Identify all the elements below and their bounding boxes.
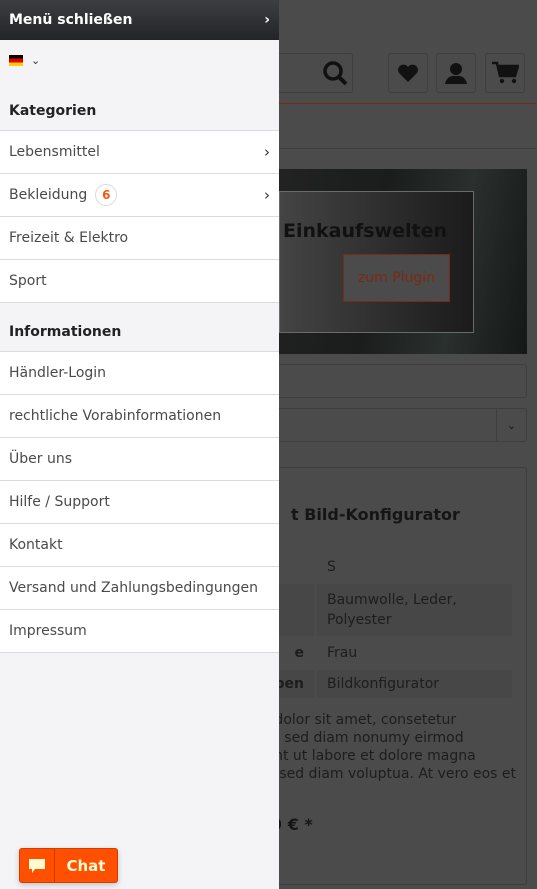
menu-item-ueber-uns[interactable]: Über uns (0, 438, 279, 481)
heart-icon (398, 64, 418, 82)
menu-item-lebensmittel[interactable]: Lebensmittel › (0, 131, 279, 174)
select-dropdown[interactable]: ⌄ (250, 408, 527, 442)
chevron-right-icon: › (264, 186, 270, 204)
information-heading: Informationen (0, 303, 279, 352)
user-icon (445, 63, 467, 84)
german-flag-icon (9, 54, 23, 66)
menu-item-impressum[interactable]: Impressum (0, 610, 279, 653)
menu-item-vorabinformationen[interactable]: rechtliche Vorabinformationen (0, 395, 279, 438)
menu-item-versand[interactable]: Versand und Zahlungsbedingungen (0, 567, 279, 610)
banner[interactable]: r Einkaufswelten zum Plugin (267, 169, 527, 354)
categories-heading: Kategorien (0, 80, 279, 131)
wishlist-button[interactable] (388, 53, 428, 93)
search-icon[interactable] (321, 59, 349, 91)
chat-button[interactable]: Chat (19, 848, 118, 883)
nav-divider (279, 148, 537, 149)
prop-value: Bildkonfigurator (317, 670, 512, 698)
chevron-right-icon: › (264, 12, 270, 28)
prop-value: Baumwolle, Leder, Polyester (317, 584, 512, 636)
cart-icon (492, 61, 519, 84)
chevron-right-icon: › (264, 143, 270, 161)
properties-table: S Baumwolle, Leder, Polyester e Frau ben B… (251, 550, 515, 701)
menu-item-haendler-login[interactable]: Händler-Login (0, 352, 279, 395)
language-switcher[interactable]: ⌄ (0, 40, 279, 80)
close-menu-label: Menü schließen (9, 12, 133, 28)
menu-item-kontakt[interactable]: Kontakt (0, 524, 279, 567)
chevron-down-icon: ⌄ (31, 53, 41, 67)
chevron-down-icon: ⌄ (496, 409, 526, 441)
menu-item-bekleidung[interactable]: Bekleidung 6 › (0, 174, 279, 217)
count-badge: 6 (95, 184, 118, 206)
prop-value: Frau (327, 645, 358, 661)
menu-item-hilfe-support[interactable]: Hilfe / Support (0, 481, 279, 524)
chat-label: Chat (66, 856, 106, 875)
close-menu-button[interactable]: Menü schließen › (0, 0, 279, 40)
header-divider (279, 103, 537, 104)
menu-item-sport[interactable]: Sport (0, 260, 279, 303)
account-button[interactable] (436, 53, 476, 93)
offcanvas-menu: Menü schließen › ⌄ Kategorien Lebensmitte… (0, 0, 279, 889)
chat-bubble-icon (20, 849, 55, 882)
banner-title: r Einkaufswelten (266, 220, 447, 242)
text-input[interactable] (250, 364, 527, 398)
menu-item-freizeit-elektro[interactable]: Freizeit & Elektro (0, 217, 279, 260)
cart-button[interactable] (485, 53, 525, 93)
product-card: t Bild-Konfigurator S Baumwolle, Leder, … (250, 467, 527, 885)
product-description: m dolor sit amet, consetetur litr, sed d… (256, 712, 516, 782)
product-title: t Bild-Konfigurator (291, 505, 460, 524)
prop-value: S (327, 559, 336, 575)
banner-button[interactable]: zum Plugin (343, 254, 450, 302)
